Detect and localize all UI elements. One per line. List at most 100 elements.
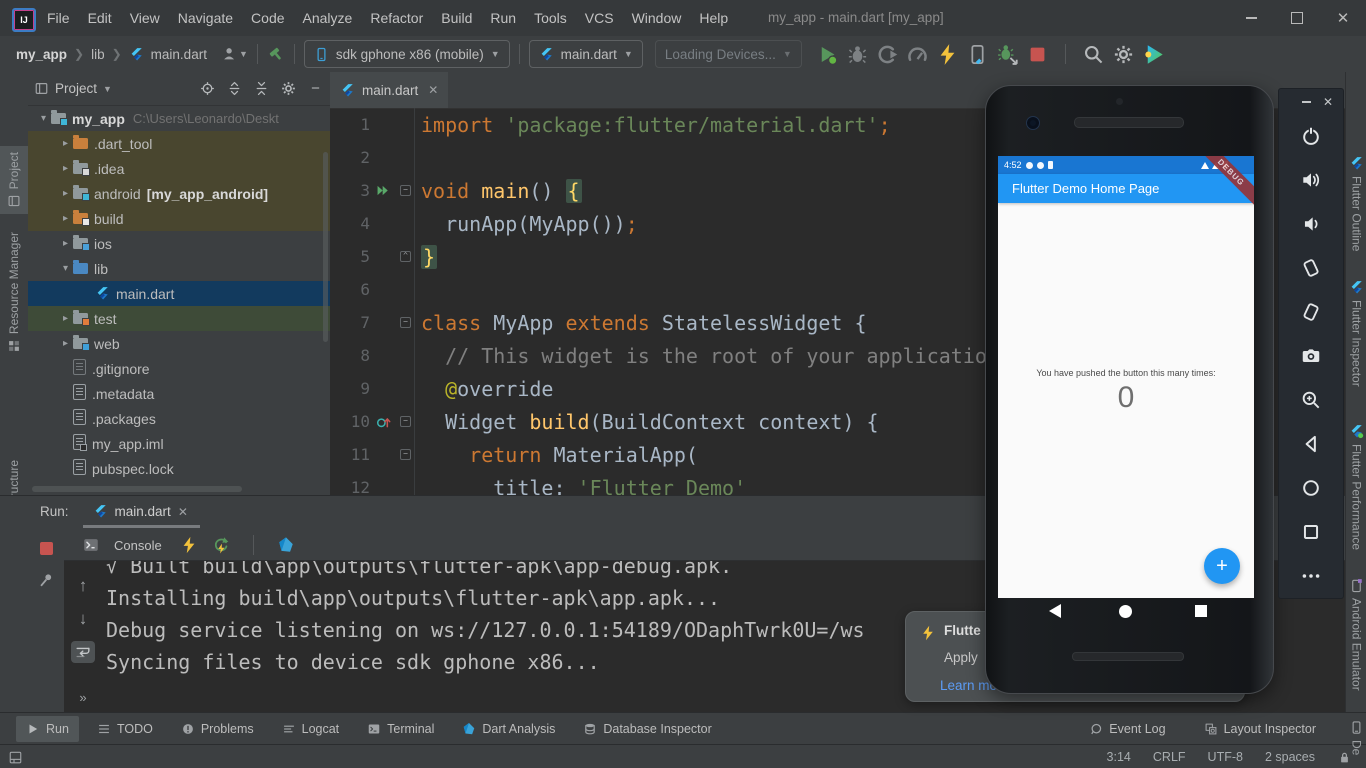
line-ending[interactable]: CRLF [1153, 750, 1186, 764]
toolwindow-button-problems[interactable]: Problems [171, 716, 264, 742]
tree-chevron-icon[interactable]: ▸ [58, 238, 73, 249]
project-panel-title[interactable]: Project [55, 81, 97, 96]
tree-item-.gitignore[interactable]: .gitignore [28, 356, 330, 381]
rotate-right-icon[interactable] [1300, 301, 1322, 323]
emulator-close-icon[interactable]: ✕ [1323, 96, 1333, 108]
menu-file[interactable]: File [38, 10, 79, 26]
tree-chevron-icon[interactable]: ▾ [36, 113, 51, 124]
device-selector[interactable]: sdk gphone x86 (mobile) ▼ [304, 40, 510, 68]
maximize-button[interactable] [1274, 0, 1320, 36]
back-icon[interactable] [1300, 433, 1322, 455]
tree-item-build[interactable]: ▸build [28, 206, 330, 231]
tree-item-android[interactable]: ▸android[my_app_android] [28, 181, 330, 206]
menu-edit[interactable]: Edit [79, 10, 121, 26]
fold-marker-icon[interactable]: − [400, 317, 411, 328]
user-icon[interactable] [221, 45, 239, 63]
hot-reload-icon[interactable] [936, 43, 959, 66]
tool-window-toggle-icon[interactable] [8, 750, 23, 765]
device-flutter-icon[interactable] [966, 43, 989, 66]
project-scrollbar-horizontal[interactable] [32, 486, 242, 492]
right-tab-de[interactable]: De [1346, 720, 1366, 755]
close-tab-icon[interactable]: ✕ [178, 505, 188, 519]
volume-down-icon[interactable] [1300, 213, 1322, 235]
increment-fab-button[interactable]: + [1204, 548, 1240, 584]
home-icon[interactable] [1300, 477, 1322, 499]
tree-chevron-icon[interactable]: ▾ [58, 263, 73, 274]
chevron-down-icon[interactable]: ▼ [103, 84, 112, 94]
run-icon[interactable] [816, 43, 839, 66]
right-tab-android-emulator[interactable]: Android Emulator [1346, 578, 1366, 691]
tree-chevron-icon[interactable]: ▸ [58, 138, 73, 149]
tree-item-.dart_tool[interactable]: ▸.dart_tool [28, 131, 330, 156]
breadcrumb-item[interactable]: my_app [16, 47, 67, 62]
right-tab-flutter-outline[interactable]: Flutter Outline [1346, 156, 1366, 251]
fold-marker-icon[interactable]: − [400, 185, 411, 196]
dart-devtools-icon[interactable] [277, 536, 295, 554]
menu-build[interactable]: Build [432, 10, 481, 26]
toolwindow-button-logcat[interactable]: Logcat [272, 716, 350, 742]
volume-up-icon[interactable] [1300, 169, 1322, 191]
stop-icon[interactable] [40, 542, 53, 555]
tree-item-.idea[interactable]: ▸.idea [28, 156, 330, 181]
expand-all-icon[interactable] [226, 80, 243, 97]
phone-screen[interactable]: 4:52 Flutter Demo Home Page You have pus… [998, 156, 1254, 598]
toolwindow-button-event-log[interactable]: Event Log [1079, 716, 1175, 742]
menu-navigate[interactable]: Navigate [169, 10, 242, 26]
tree-item-ios[interactable]: ▸ios [28, 231, 330, 256]
toolwindow-button-run[interactable]: Run [16, 716, 79, 742]
settings-icon[interactable] [280, 80, 297, 97]
zoom-icon[interactable] [1300, 389, 1322, 411]
toolwindow-button-database-inspector[interactable]: Database Inspector [573, 716, 721, 742]
android-back-button[interactable] [1049, 604, 1061, 618]
sidebar-tab-project[interactable]: Project [0, 146, 28, 214]
file-encoding[interactable]: UTF-8 [1208, 750, 1243, 764]
menu-help[interactable]: Help [690, 10, 737, 26]
fold-marker-icon[interactable]: − [400, 449, 411, 460]
menu-vcs[interactable]: VCS [576, 10, 623, 26]
debug-icon[interactable] [846, 43, 869, 66]
stop-icon[interactable] [1026, 43, 1049, 66]
tree-chevron-icon[interactable]: ▸ [58, 213, 73, 224]
menu-view[interactable]: View [121, 10, 169, 26]
menu-code[interactable]: Code [242, 10, 293, 26]
run-config-selector[interactable]: main.dart ▼ [529, 40, 643, 68]
toolwindow-button-terminal[interactable]: Terminal [357, 716, 444, 742]
tree-item-.packages[interactable]: .packages [28, 406, 330, 431]
locate-icon[interactable] [199, 80, 216, 97]
android-overview-button[interactable] [1195, 605, 1207, 617]
sidebar-tab-resource-manager[interactable]: Resource Manager [0, 232, 28, 353]
avd-logo-icon[interactable] [1142, 43, 1165, 66]
run-tab-main-dart[interactable]: main.dart ✕ [83, 496, 200, 528]
tree-item-.metadata[interactable]: .metadata [28, 381, 330, 406]
rotate-left-icon[interactable] [1300, 257, 1322, 279]
run-gutter-icon[interactable] [375, 182, 392, 199]
menu-refactor[interactable]: Refactor [361, 10, 432, 26]
breadcrumb-item[interactable]: main.dart [151, 47, 207, 62]
collapse-all-icon[interactable] [253, 80, 270, 97]
hot-restart-icon[interactable] [212, 536, 230, 554]
search-icon[interactable] [1082, 43, 1105, 66]
more-actions-icon[interactable]: » [79, 690, 86, 705]
pin-icon[interactable] [37, 571, 55, 589]
tree-chevron-icon[interactable]: ▸ [58, 188, 73, 199]
tree-item-test[interactable]: ▸test [28, 306, 330, 331]
attach-debugger-icon[interactable] [996, 43, 1019, 66]
toolwindow-button-dart-analysis[interactable]: Dart Analysis [452, 716, 565, 742]
profiler-icon[interactable] [906, 43, 929, 66]
close-button[interactable]: ✕ [1320, 0, 1366, 36]
more-icon[interactable] [1300, 565, 1322, 587]
tree-item-lib[interactable]: ▾lib [28, 256, 330, 281]
fold-marker-icon[interactable]: ^ [400, 251, 411, 262]
screenshot-icon[interactable] [1300, 345, 1322, 367]
profile-icon[interactable] [876, 43, 899, 66]
android-home-button[interactable] [1119, 605, 1132, 618]
minimize-button[interactable] [1228, 0, 1274, 36]
close-tab-icon[interactable]: ✕ [428, 83, 438, 97]
overview-icon[interactable] [1300, 521, 1322, 543]
toolwindow-button-todo[interactable]: TODO [87, 716, 163, 742]
override-gutter-icon[interactable] [375, 413, 392, 430]
tree-item-main.dart[interactable]: main.dart [28, 281, 330, 306]
tree-item-my_app.iml[interactable]: my_app.iml [28, 431, 330, 456]
menu-run[interactable]: Run [481, 10, 525, 26]
project-scrollbar-vertical[interactable] [323, 152, 328, 342]
